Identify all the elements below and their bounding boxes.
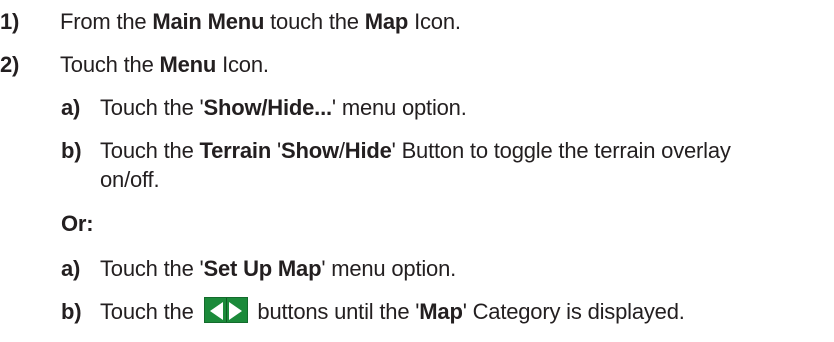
- step-number: 2): [0, 52, 20, 77]
- step-text: Touch the Menu Icon.: [60, 52, 269, 77]
- set-up-map-term: Set Up Map: [203, 256, 322, 281]
- or-label: Or:: [61, 211, 94, 236]
- main-menu-term: Main Menu: [152, 9, 265, 34]
- map-category-term: Map: [419, 299, 463, 324]
- substep-letter: a): [61, 95, 81, 120]
- instruction-document: 1) From the Main Menu touch the Map Icon…: [0, 0, 834, 342]
- substep-text: Touch the 'Set Up Map' menu option.: [100, 256, 457, 281]
- substep-letter: a): [61, 256, 81, 281]
- substep-text: Touch the buttons until the 'Map' Catego…: [100, 297, 685, 324]
- left-arrow-icon: [209, 302, 223, 320]
- show-hide-option-term: Show/Hide...: [203, 95, 333, 120]
- step-number: 1): [0, 9, 20, 34]
- terrain-term: Terrain: [199, 138, 272, 163]
- map-term: Map: [364, 9, 409, 34]
- step-text: From the Main Menu touch the Map Icon.: [60, 9, 461, 34]
- substep-text: Touch the Terrain 'Show/Hide' Button to …: [100, 138, 731, 163]
- right-arrow-icon: [228, 302, 242, 320]
- left-right-arrows-icon: [203, 297, 248, 323]
- menu-term: Menu: [159, 52, 217, 77]
- substep-letter: b): [61, 299, 82, 324]
- substep-text-continuation: on/off.: [100, 167, 160, 192]
- substep-text: Touch the 'Show/Hide...' menu option.: [100, 95, 467, 120]
- substep-letter: b): [61, 138, 82, 163]
